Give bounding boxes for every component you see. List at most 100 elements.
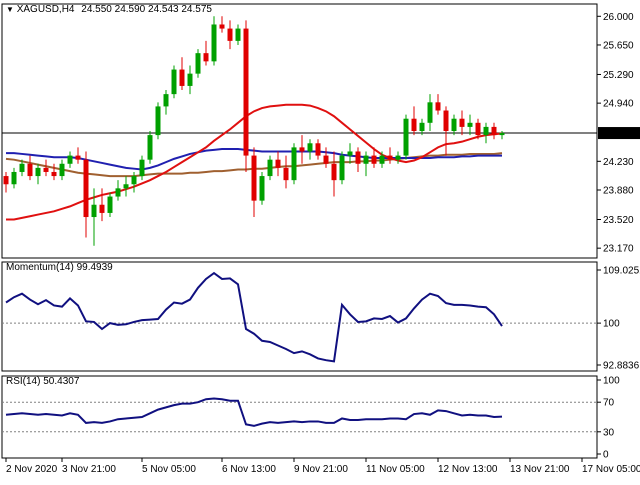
candle-body [331, 163, 337, 181]
time-tick-label: 11 Nov 05:00 [366, 464, 425, 475]
candle-body [139, 159, 145, 177]
rsi-tick-label: 0 [603, 450, 609, 461]
candle-body [67, 155, 73, 164]
candle-body [411, 118, 417, 131]
rsi-label: RSI(14) 50.4307 [6, 376, 80, 387]
candle-body [427, 102, 433, 123]
rsi-tick-label: 100 [603, 376, 620, 387]
candle-body [291, 147, 297, 181]
candle-body [179, 69, 185, 86]
momentum-tick-label: 100 [603, 319, 620, 330]
candle-body [283, 167, 289, 181]
candle-body [371, 155, 377, 164]
current-price-label: 24.575 [601, 129, 632, 140]
ohlc-values: 24.550 24.590 24.543 24.575 [81, 4, 212, 15]
candle-body [147, 135, 153, 160]
time-tick-label: 6 Nov 13:00 [222, 464, 276, 475]
candle-body [499, 133, 505, 136]
candle-body [387, 155, 393, 160]
time-tick-label: 5 Nov 05:00 [142, 464, 196, 475]
candle-body [59, 163, 65, 177]
candle-body [459, 118, 465, 127]
price-tick-label: 25.650 [603, 40, 634, 51]
momentum-label: Momentum(14) 99.4939 [6, 262, 113, 273]
time-tick-label: 17 Nov 05:00 [582, 464, 640, 475]
candle-body [347, 151, 353, 156]
candle-body [363, 155, 369, 164]
candle-body [99, 204, 105, 213]
candle-body [395, 155, 401, 160]
candle-body [251, 155, 257, 201]
momentum-tick-label: 109.0251 [603, 266, 640, 277]
candle-body [315, 143, 321, 156]
price-tick-label: 26.000 [603, 12, 634, 23]
time-tick-label: 12 Nov 13:00 [438, 464, 498, 475]
candle-body [43, 167, 49, 172]
price-tick-label: 24.940 [603, 99, 634, 110]
candle-body [403, 118, 409, 156]
time-tick-label: 9 Nov 21:00 [294, 464, 348, 475]
chart-title: ▼ XAGUSD,H4 24.550 24.590 24.543 24.575 [6, 4, 212, 15]
candle-body [123, 184, 129, 189]
candle-body [483, 126, 489, 136]
price-tick-label: 25.290 [603, 70, 634, 81]
candle-body [491, 126, 497, 136]
momentum-pane [1, 261, 598, 372]
candle-body [51, 171, 57, 177]
candle-body [339, 155, 345, 181]
time-tick-label: 3 Nov 21:00 [62, 464, 116, 475]
momentum-tick-label: 92.8836 [603, 361, 640, 372]
candle-body [267, 159, 273, 177]
rsi-tick-label: 70 [603, 398, 615, 409]
candle-body [323, 155, 329, 164]
candle-body [35, 167, 41, 177]
candle-body [379, 155, 385, 164]
candle-body [163, 94, 169, 107]
rsi-tick-label: 30 [603, 427, 615, 438]
candle-body [75, 155, 81, 160]
candle-body [443, 110, 449, 131]
candle-body [155, 106, 161, 136]
candle-body [83, 159, 89, 218]
price-tick-label: 24.230 [603, 157, 634, 168]
candle-body [235, 28, 241, 41]
candle-body [259, 176, 265, 201]
candle-body [187, 73, 193, 86]
candle-body [227, 28, 233, 41]
candle-body [355, 151, 361, 164]
candle-body [307, 143, 313, 152]
candle-body [203, 53, 209, 62]
candle-body [91, 204, 97, 218]
candle-body [219, 24, 225, 29]
price-pane [1, 3, 598, 259]
candle-body [419, 122, 425, 131]
collapse-triangle-icon[interactable]: ▼ [6, 5, 14, 14]
candle-body [467, 122, 473, 127]
candle-body [115, 188, 121, 197]
price-tick-label: 23.170 [603, 244, 634, 255]
candle-body [299, 147, 305, 152]
candle-body [211, 24, 217, 62]
candle-body [11, 171, 17, 185]
chart-window: 26.000 25.650 25.290 24.940 24.230 23.880 23.5… [0, 0, 640, 480]
momentum-line [5, 271, 503, 363]
candle-body [131, 176, 137, 185]
candle-body [27, 163, 33, 177]
candle-body [275, 159, 281, 168]
candle-body [243, 28, 249, 156]
price-tick-label: 23.520 [603, 215, 634, 226]
symbol-label: XAGUSD,H4 [16, 4, 75, 15]
candle-body [475, 122, 481, 136]
candle-body [19, 163, 25, 172]
rsi-pane [1, 375, 598, 459]
time-tick-label: 2 Nov 2020 [6, 464, 58, 475]
candle-body [171, 69, 177, 95]
price-tick-label: 23.880 [603, 185, 634, 196]
candle-body [195, 53, 201, 74]
candle-body [451, 118, 457, 131]
candle-body [3, 176, 9, 185]
time-tick-label: 13 Nov 21:00 [510, 464, 570, 475]
chart-svg: 26.000 25.650 25.290 24.940 24.230 23.880 23.5… [1, 3, 640, 475]
candle-body [435, 102, 441, 111]
candle-body [107, 196, 113, 213]
